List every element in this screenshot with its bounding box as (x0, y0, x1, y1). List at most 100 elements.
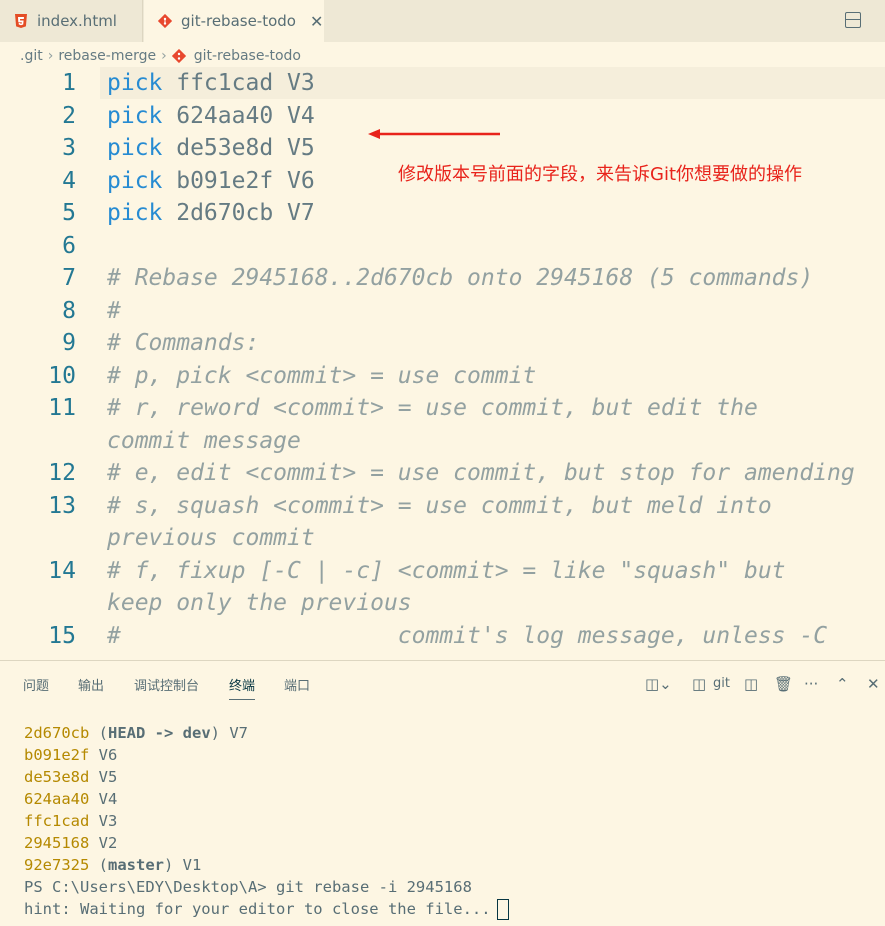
code-token: # commit's log message, unless -C (107, 622, 828, 649)
breadcrumb-item[interactable]: rebase-merge (58, 48, 156, 64)
tab-git-rebase-todo[interactable]: git-rebase-todo ✕ (144, 0, 324, 42)
code-token: # s, squash <commit> = use commit, but m… (107, 492, 772, 519)
close-icon[interactable]: ✕ (310, 12, 323, 31)
line-text: # r, reword <commit> = use commit, but e… (107, 392, 758, 424)
line-text: pick b091e2f V6 (107, 165, 315, 197)
line-text: keep only the previous (107, 587, 412, 619)
line-number: 6 (62, 232, 76, 259)
code-editor[interactable]: 1 pick ffc1cad V3 2 pick 624aa40 V4 3 pick de… (0, 67, 885, 660)
line-text: # f, fixup [-C | -c] <commit> = like "sq… (107, 555, 786, 587)
commit-ref: V6 (89, 746, 118, 764)
keyword-token: pick (107, 167, 163, 194)
line-number: 11 (48, 395, 76, 421)
line-number: 15 (48, 622, 76, 649)
chevron-up-icon[interactable]: ⌃ (836, 675, 849, 693)
line-number: 8 (62, 297, 76, 324)
code-token: de53e8d V5 (162, 135, 315, 161)
commit-hash: ffc1cad (24, 812, 90, 830)
breadcrumb-item[interactable]: .git (20, 48, 43, 64)
keyword-token: pick (107, 135, 163, 161)
line-text: # s, squash <commit> = use commit, but m… (107, 490, 772, 522)
terminal-line: ffc1cad V3 (24, 810, 509, 832)
git-icon (158, 14, 172, 28)
terminal-cursor (496, 899, 509, 920)
line-text: # Commands: (107, 327, 259, 359)
line-text: # p, pick <commit> = use commit (107, 360, 536, 392)
chevron-right-icon: › (161, 48, 167, 64)
commit-hash: 624aa40 (24, 790, 90, 808)
code-token: ffc1cad V3 (162, 70, 315, 96)
terminal-output[interactable]: 2d670cb (HEAD -> dev) V7 b091e2f V6 de53e8… (24, 722, 509, 920)
line-number: 5 (62, 200, 76, 226)
line-text: pick ffc1cad V3 (107, 67, 315, 99)
code-token: # r, reword <commit> = use commit, but e… (107, 395, 758, 421)
commit-ref: V4 (89, 790, 118, 808)
code-token: # f, fixup [-C | -c] <commit> = like "sq… (107, 557, 786, 584)
more-icon[interactable]: ··· (804, 675, 818, 693)
terminal-hint: hint: Waiting for your editor to close t… (24, 898, 509, 920)
commit-hash: 2d670cb (24, 724, 90, 742)
commit-hash: 2945168 (24, 834, 90, 852)
commit-ref: V3 (89, 812, 118, 830)
terminal-line: 92e7325 (master) V1 (24, 854, 509, 876)
commit-ref: (HEAD -> dev) V7 (89, 724, 248, 742)
breadcrumb: .git › rebase-merge › git-rebase-todo (20, 45, 301, 67)
terminal-prompt: PS C:\Users\EDY\Desktop\A> git rebase -i… (24, 878, 472, 896)
commit-ref: V5 (89, 768, 118, 786)
line-text: pick 624aa40 V4 (107, 100, 315, 132)
code-token: commit message (107, 427, 301, 454)
commit-ref: V2 (89, 834, 118, 852)
git-icon (171, 49, 186, 63)
line-number: 13 (48, 492, 76, 519)
tab-label: index.html (37, 12, 117, 30)
code-token: keep only the previous (107, 590, 412, 616)
line-number: 12 (48, 460, 76, 486)
code-token: # Commands: (107, 330, 260, 356)
code-token: b091e2f V6 (162, 167, 315, 194)
split-terminal-icon[interactable]: ◫ (744, 675, 758, 693)
arrow-icon (368, 129, 500, 139)
terminal-icon[interactable]: ◫ (692, 675, 706, 693)
terminal-line: 624aa40 V4 (24, 788, 509, 810)
tab-output[interactable]: 输出 (78, 675, 104, 694)
keyword-token: pick (107, 102, 163, 129)
line-number: 10 (48, 362, 76, 389)
line-number: 9 (62, 330, 76, 356)
code-token: # Rebase 2945168..2d670cb onto 2945168 (… (107, 265, 814, 291)
bottom-panel: 问题 输出 调试控制台 终端 端口 ◫⌄ ◫ git ◫ 🗑 ··· ⌃ ✕ 2… (0, 660, 885, 926)
trash-icon[interactable]: 🗑 (774, 675, 793, 693)
chevron-right-icon: › (47, 48, 54, 64)
new-terminal-dropdown-icon[interactable]: ◫⌄ (645, 675, 672, 693)
tab-terminal[interactable]: 终端 (229, 675, 256, 700)
close-panel-icon[interactable]: ✕ (867, 675, 880, 693)
commit-hash: b091e2f (24, 746, 90, 764)
line-number: 4 (62, 167, 76, 194)
tab-ports[interactable]: 端口 (284, 675, 310, 694)
terminal-line: 2945168 V2 (24, 832, 509, 854)
line-text: pick de53e8d V5 (107, 132, 315, 164)
line-number: 1 (62, 70, 76, 96)
code-token: # (107, 297, 121, 324)
terminal-line: 2d670cb (HEAD -> dev) V7 (24, 722, 509, 744)
line-number: 14 (48, 557, 76, 584)
code-token: 624aa40 V4 (162, 102, 315, 129)
keyword-token: pick (107, 200, 163, 226)
tab-bar: index.html git-rebase-todo ✕ (0, 0, 885, 42)
commit-hash: de53e8d (24, 768, 90, 786)
breadcrumb-item[interactable]: git-rebase-todo (194, 48, 301, 64)
line-number: 2 (62, 102, 76, 129)
tab-label: git-rebase-todo (181, 12, 296, 30)
tab-problems[interactable]: 问题 (23, 675, 49, 694)
line-text: previous commit (107, 522, 315, 554)
annotation-text: 修改版本号前面的字段，来告诉Git你想要做的操作 (398, 164, 803, 185)
commit-hash: 92e7325 (24, 856, 90, 874)
code-token: 2d670cb V7 (162, 200, 315, 226)
terminal-line: de53e8d V5 (24, 766, 509, 788)
hint-text: hint: Waiting for your editor to close t… (24, 900, 491, 918)
tab-index-html[interactable]: index.html (0, 0, 143, 42)
split-layout-icon[interactable] (845, 12, 861, 28)
line-text: # e, edit <commit> = use commit, but sto… (107, 457, 855, 489)
terminal-name[interactable]: git (713, 676, 730, 691)
code-token: previous commit (107, 525, 315, 551)
tab-debug-console[interactable]: 调试控制台 (134, 675, 199, 694)
